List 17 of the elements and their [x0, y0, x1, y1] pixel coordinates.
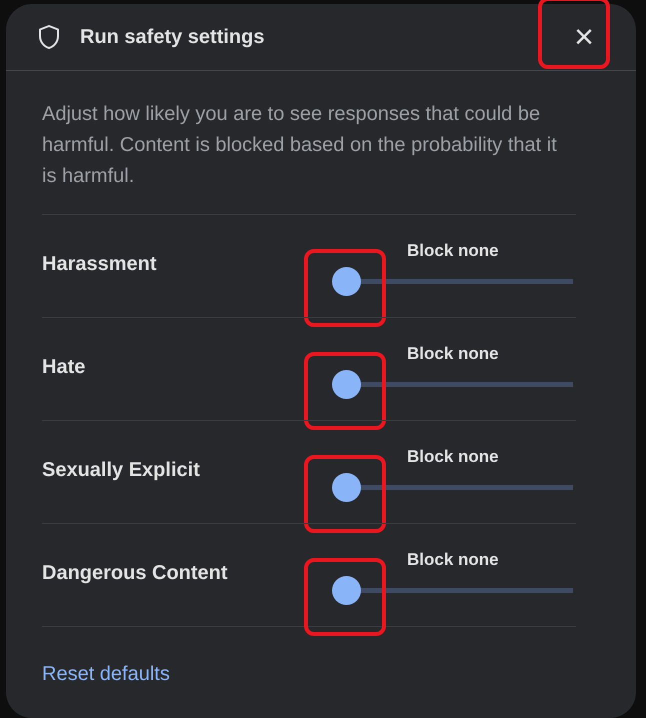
dialog-title: Run safety settings	[80, 25, 266, 50]
setting-label: Dangerous Content	[42, 561, 229, 586]
shield-icon	[38, 24, 60, 50]
reset-defaults-link[interactable]: Reset defaults	[42, 659, 170, 689]
description-text: Adjust how likely you are to see responses that could be harmful. Content is blocked based on the probability that it is harmful.	[42, 102, 558, 189]
setting-label: Hate	[42, 355, 86, 380]
slider-reading: Block none	[406, 446, 500, 468]
slider-thumb[interactable]	[332, 576, 361, 605]
slider-thumb[interactable]	[332, 473, 361, 502]
slider-reading: Block none	[406, 549, 500, 571]
setting-label: Sexually Explicit	[42, 458, 201, 483]
slider-thumb[interactable]	[332, 370, 361, 399]
slider-reading: Block none	[406, 343, 500, 365]
slider-reading: Block none	[406, 240, 500, 262]
close-button[interactable]: ×	[560, 13, 608, 61]
slider-thumb[interactable]	[332, 267, 361, 296]
setting-label: Harassment	[42, 252, 158, 277]
